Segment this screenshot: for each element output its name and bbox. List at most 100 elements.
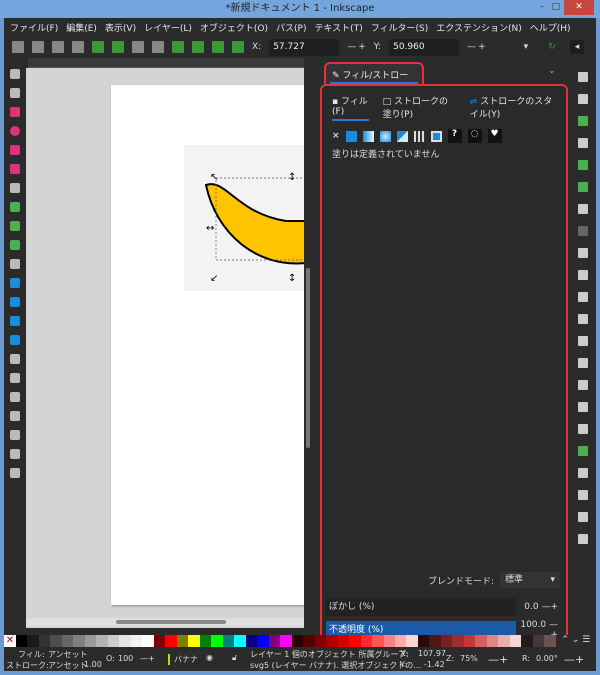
- palette-menu-icon[interactable]: ⌃ ⌄ ☰: [555, 635, 596, 647]
- scale-handle-icon[interactable]: ↕: [288, 172, 296, 183]
- subtab-fill[interactable]: ▪ フィル(F): [332, 94, 369, 121]
- menu-text[interactable]: テキスト(T): [314, 21, 362, 34]
- text-dialog-icon[interactable]: [578, 512, 588, 522]
- color-swatch[interactable]: [280, 635, 292, 647]
- paint-bucket-tool-icon[interactable]: [10, 335, 20, 345]
- rect-tool-icon[interactable]: [10, 107, 20, 117]
- color-swatch[interactable]: [406, 635, 418, 647]
- rotation-stepper[interactable]: —+: [564, 653, 584, 666]
- calligraphy-tool-icon[interactable]: [10, 240, 20, 250]
- maximize-button[interactable]: □: [551, 2, 560, 12]
- opacity-stepper[interactable]: —+: [140, 654, 155, 663]
- menu-file[interactable]: ファイル(F): [10, 21, 58, 34]
- opacity-value[interactable]: 100.0: [520, 620, 546, 630]
- select-same-icon[interactable]: [72, 41, 84, 53]
- menu-edit[interactable]: 編集(E): [66, 21, 97, 34]
- color-swatch[interactable]: [372, 635, 384, 647]
- horizontal-scrollbar[interactable]: [26, 618, 304, 626]
- pencil-tool-icon[interactable]: [10, 221, 20, 231]
- layer-dropdown[interactable]: バナナ: [168, 654, 198, 665]
- color-swatch[interactable]: [257, 635, 269, 647]
- cut-icon[interactable]: [578, 270, 588, 280]
- connector-tool-icon[interactable]: [10, 411, 20, 421]
- zoom-tool-icon[interactable]: [10, 449, 20, 459]
- minimize-button[interactable]: –: [540, 2, 545, 12]
- color-swatch[interactable]: [84, 635, 97, 647]
- deselect-icon[interactable]: [52, 41, 64, 53]
- color-swatch[interactable]: [303, 635, 315, 647]
- menu-extensions[interactable]: エクステンション(N): [436, 21, 522, 34]
- color-swatch[interactable]: [452, 635, 464, 647]
- color-swatch[interactable]: [50, 635, 62, 647]
- scroll-thumb[interactable]: [116, 620, 226, 624]
- raise-icon[interactable]: [192, 41, 204, 53]
- blur-slider[interactable]: ぼかし (%) 0.0 —+: [326, 598, 562, 616]
- measure-tool-icon[interactable]: [10, 468, 20, 478]
- new-document-icon[interactable]: [578, 72, 588, 82]
- color-swatch[interactable]: [234, 635, 246, 647]
- 3d-box-tool-icon[interactable]: [10, 164, 20, 174]
- lock-icon[interactable]: 🔓︎: [232, 653, 237, 663]
- collapse-panel-icon[interactable]: ◂: [569, 40, 585, 54]
- color-swatch[interactable]: [521, 635, 533, 647]
- stroke-indicator[interactable]: アンセット: [48, 660, 88, 671]
- linear-gradient-icon[interactable]: [362, 130, 374, 142]
- ellipse-tool-icon[interactable]: [10, 126, 20, 136]
- radial-gradient-icon[interactable]: [379, 130, 391, 142]
- menu-layer[interactable]: レイヤー(L): [144, 21, 192, 34]
- eraser-tool-icon[interactable]: [10, 392, 20, 402]
- star-tool-icon[interactable]: [10, 145, 20, 155]
- scale-handle-icon[interactable]: ↖: [210, 172, 218, 183]
- subtab-stroke-style[interactable]: ⇌ ストロークのスタイル(Y): [470, 94, 556, 121]
- chevron-down-icon[interactable]: ⌄: [548, 66, 556, 76]
- close-button[interactable]: ✕: [564, 0, 594, 15]
- color-swatch[interactable]: [16, 635, 28, 647]
- selector-tool-icon[interactable]: [10, 69, 20, 79]
- x-input[interactable]: 57.727: [269, 38, 340, 56]
- color-swatch[interactable]: [107, 635, 120, 647]
- export-icon[interactable]: [578, 182, 588, 192]
- more-icon[interactable]: [578, 534, 588, 544]
- scroll-thumb[interactable]: [306, 268, 310, 448]
- x-decrement[interactable]: —: [347, 42, 356, 52]
- spray-tool-icon[interactable]: [10, 373, 20, 383]
- color-swatch[interactable]: [475, 635, 487, 647]
- rotation-input[interactable]: 0.00°: [536, 654, 558, 663]
- color-swatch[interactable]: [291, 635, 304, 647]
- color-swatch[interactable]: [27, 635, 39, 647]
- color-swatch[interactable]: [498, 635, 510, 647]
- lower-to-bottom-icon[interactable]: [232, 41, 244, 53]
- no-paint-swatch[interactable]: ✕: [4, 635, 16, 647]
- color-swatch[interactable]: [349, 635, 361, 647]
- clone-icon[interactable]: [578, 402, 588, 412]
- color-swatch[interactable]: [383, 635, 395, 647]
- zoom-page-icon[interactable]: [578, 358, 588, 368]
- unlink-clone-icon[interactable]: [578, 424, 588, 434]
- y-input[interactable]: 50.960: [389, 38, 460, 56]
- color-swatch[interactable]: [486, 635, 499, 647]
- color-swatch[interactable]: [61, 635, 74, 647]
- fill-indicator[interactable]: アンセット: [48, 649, 88, 660]
- mesh-tool-icon[interactable]: [10, 297, 20, 307]
- color-swatch[interactable]: [268, 635, 281, 647]
- group-icon[interactable]: [578, 446, 588, 456]
- flip-vertical-icon[interactable]: [152, 41, 164, 53]
- menu-view[interactable]: 表示(V): [105, 21, 136, 34]
- tweak-tool-icon[interactable]: [10, 354, 20, 364]
- zoom-input[interactable]: 75%: [460, 654, 478, 663]
- overflow-dropdown-icon[interactable]: ▾: [524, 42, 529, 52]
- redo-icon[interactable]: [578, 226, 588, 236]
- color-swatch[interactable]: [314, 635, 327, 647]
- color-swatch[interactable]: [130, 635, 143, 647]
- color-swatch[interactable]: [188, 635, 200, 647]
- open-icon[interactable]: [578, 94, 588, 104]
- print-icon[interactable]: [578, 138, 588, 148]
- zoom-selection-icon[interactable]: [578, 314, 588, 324]
- scale-handle-icon[interactable]: ↔: [206, 223, 214, 234]
- text-tool-icon[interactable]: [10, 259, 20, 269]
- none-icon[interactable]: ×: [332, 131, 340, 141]
- paste-icon[interactable]: [578, 292, 588, 302]
- color-swatch[interactable]: [142, 635, 154, 647]
- color-swatch[interactable]: [429, 635, 441, 647]
- zoom-stepper[interactable]: —+: [488, 653, 508, 666]
